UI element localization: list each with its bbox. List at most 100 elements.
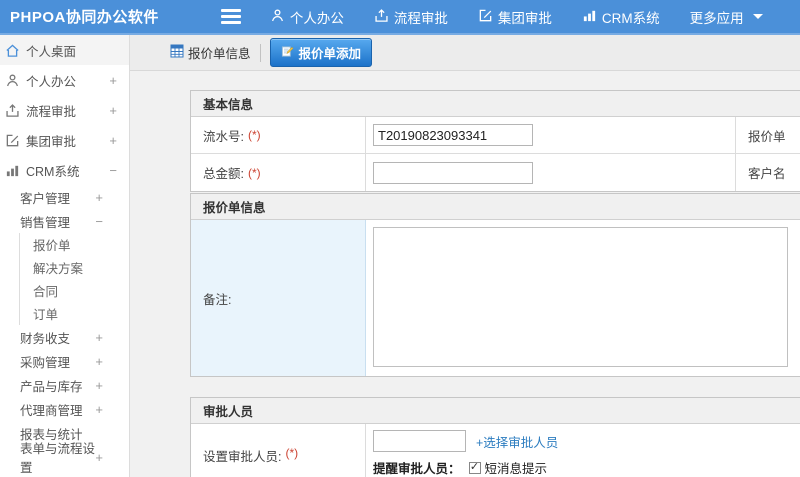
remark-field-cell	[366, 220, 800, 376]
expand-toggle[interactable]: +	[109, 133, 117, 148]
sidebar-item-label: 销售管理	[20, 215, 71, 230]
section-header: 报价单信息	[191, 194, 800, 220]
sidebar-item-label: CRM系统	[26, 164, 80, 179]
sidebar-item-contract[interactable]: 合同	[19, 279, 129, 302]
bar-chart-icon	[582, 8, 597, 26]
remind-line: 提醒审批人员： 短消息提示	[373, 458, 547, 477]
section-header: 基本信息	[191, 91, 800, 117]
expand-toggle[interactable]: +	[109, 73, 117, 88]
sidebar-item-workflow-approval[interactable]: 流程审批 +	[0, 95, 129, 125]
field-label-clipped: 报价单	[748, 129, 786, 144]
field-label-clipped: 客户名	[748, 167, 786, 181]
app-logo: PHPOA协同办公软件	[10, 9, 159, 26]
section-basic-info: 基本信息 流水号: (*) 报价单 总金额: (*) 客户名	[190, 90, 800, 192]
expand-toggle[interactable]: +	[109, 103, 117, 118]
sidebar-item-order[interactable]: 订单	[19, 302, 129, 325]
expand-toggle[interactable]: −	[95, 214, 103, 229]
sidebar-item-personal-office[interactable]: 个人办公 +	[0, 65, 129, 95]
hamburger-menu-icon[interactable]	[220, 6, 241, 28]
form-row-set-approvers: 设置审批人员: (*) +选择审批人员 提醒审批人员： 短消息提示 注：流程第一…	[191, 424, 800, 477]
sidebar-item-form-workflow-settings[interactable]: 表单与流程设置 +	[0, 442, 129, 475]
sidebar-item-agent-management[interactable]: 代理商管理 +	[0, 397, 129, 421]
table-icon	[170, 44, 184, 61]
sidebar-item-group-approval[interactable]: 集团审批 +	[0, 125, 129, 155]
required-marker: (*)	[285, 446, 299, 460]
sidebar-item-solution[interactable]: 解决方案	[19, 256, 129, 279]
remark-label-cell: 备注:	[191, 220, 366, 376]
sidebar-item-quotation[interactable]: 报价单	[19, 233, 129, 256]
topmenu-personal-office[interactable]: 个人办公	[255, 0, 359, 33]
topmenu-label: CRM系统	[601, 10, 660, 26]
sidebar-item-crm-system[interactable]: CRM系统 −	[0, 155, 129, 185]
expand-toggle[interactable]: +	[95, 450, 103, 465]
sidebar-item-label: 集团审批	[26, 134, 77, 149]
approvers-field-cell: +选择审批人员 提醒审批人员： 短消息提示 注：流程第一步审批人员，这里选择你的…	[366, 424, 800, 477]
topmenu-crm-system[interactable]: CRM系统	[567, 0, 675, 33]
top-menu: 个人办公 流程审批 集团审批 CRM系统 更多应用	[207, 0, 778, 33]
tab-divider	[259, 43, 261, 62]
expand-toggle[interactable]: +	[95, 378, 103, 393]
sidebar-item-label: 流程审批	[26, 104, 77, 119]
topmenu-label: 个人办公	[289, 10, 344, 26]
tab-label: 报价单信息	[188, 47, 251, 61]
sidebar-item-label: 解决方案	[33, 262, 84, 276]
field-label: 流水号: (*)	[191, 117, 366, 153]
topmenu-group-approval[interactable]: 集团审批	[463, 0, 567, 33]
sidebar-item-sales-management[interactable]: 销售管理 −	[0, 209, 129, 233]
top-bar: PHPOA协同办公软件 个人办公 流程审批 集团审批 CRM系统 更多应用	[0, 0, 800, 35]
section-header: 审批人员	[191, 398, 800, 424]
form-row-total-amount: 总金额: (*) 客户名	[191, 154, 800, 191]
sidebar-item-label: 个人桌面	[26, 44, 77, 59]
sidebar-item-products-inventory[interactable]: 产品与库存 +	[0, 373, 129, 397]
section-title: 审批人员	[203, 405, 254, 419]
form-row-remark: 备注:	[191, 220, 800, 376]
field-cell	[366, 117, 736, 153]
tab-quotation-add-button[interactable]: 报价单添加	[269, 38, 373, 67]
workflow-icon	[5, 103, 20, 118]
choose-approver-link[interactable]: +选择审批人员	[476, 432, 558, 451]
edit-square-icon	[478, 8, 493, 26]
expand-toggle[interactable]: +	[95, 402, 103, 417]
field-label: 总金额: (*)	[191, 154, 366, 191]
topmenu-workflow-approval[interactable]: 流程审批	[359, 0, 463, 33]
tab-quotation-info[interactable]: 报价单信息	[170, 43, 251, 62]
tab-bar: 报价单信息 报价单添加	[130, 35, 800, 71]
section-approvers: 审批人员 设置审批人员: (*) +选择审批人员 提醒审批人员： 短消息提示 注…	[190, 397, 800, 477]
topmenu-label: 集团审批	[497, 10, 552, 26]
field-label: 设置审批人员: (*)	[191, 424, 366, 477]
expand-toggle[interactable]: +	[95, 354, 103, 369]
workflow-icon	[374, 8, 389, 26]
required-marker: (*)	[247, 128, 261, 142]
remind-label: 提醒审批人员：	[373, 462, 461, 476]
remark-textarea[interactable]	[373, 227, 788, 367]
sidebar-item-label: 采购管理	[20, 355, 71, 370]
approver-input[interactable]	[373, 430, 466, 452]
topmenu-label: 流程审批	[393, 10, 448, 26]
sms-checkbox[interactable]	[468, 461, 481, 474]
sidebar: 个人桌面 个人办公 + 流程审批 + 集团审批 + CRM系统 − 客户管理 +…	[0, 35, 130, 477]
add-document-icon	[281, 45, 294, 61]
total-amount-input[interactable]	[373, 161, 533, 184]
tab-label: 报价单添加	[298, 47, 362, 61]
expand-toggle[interactable]: +	[95, 330, 103, 345]
topmenu-more-apps[interactable]: 更多应用	[675, 0, 778, 33]
user-icon	[270, 8, 285, 26]
sidebar-item-finance[interactable]: 财务收支 +	[0, 325, 129, 349]
approver-input-line: +选择审批人员	[373, 430, 558, 452]
section-title: 基本信息	[203, 98, 254, 112]
sms-label: 短消息提示	[484, 462, 548, 476]
expand-toggle[interactable]: −	[109, 163, 117, 178]
edit-square-icon	[5, 133, 20, 148]
section-title: 报价单信息	[203, 201, 266, 215]
sidebar-item-purchase-management[interactable]: 采购管理 +	[0, 349, 129, 373]
home-icon	[5, 43, 20, 58]
sidebar-item-customer-management[interactable]: 客户管理 +	[0, 185, 129, 209]
serial-number-input[interactable]	[373, 124, 533, 146]
required-marker: (*)	[247, 165, 261, 180]
main-content: 报价单信息 报价单添加 基本信息 流水号: (*) T2019082309334…	[130, 35, 800, 477]
expand-toggle[interactable]: +	[95, 190, 103, 205]
sidebar-item-label: 代理商管理	[20, 403, 83, 418]
form-row-serial-number: 流水号: (*) 报价单	[191, 117, 800, 154]
sidebar-item-label: 订单	[33, 308, 59, 322]
sidebar-item-personal-desktop[interactable]: 个人桌面	[0, 35, 129, 65]
